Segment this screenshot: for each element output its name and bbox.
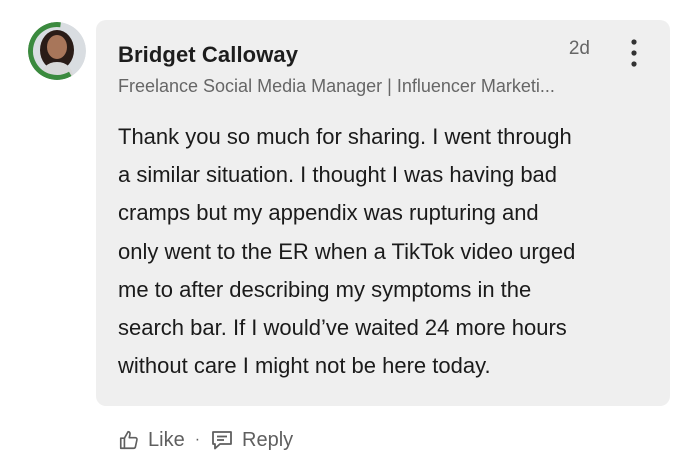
thumbs-up-icon (119, 430, 138, 450)
comment-line: search bar. If I would’ve waited 24 more… (118, 315, 567, 341)
author-headline: Freelance Social Media Manager | Influen… (118, 76, 555, 96)
reply-button[interactable]: Reply (210, 429, 293, 452)
comment-line: only went to the ER when a TikTok video … (118, 238, 576, 264)
comment-timestamp: 2d (568, 38, 590, 59)
speech-bubble-icon (212, 431, 232, 450)
comment-line: without care I might not be here today. (118, 353, 491, 379)
action-separator: · (194, 431, 201, 448)
comment-text: Thank you so much for sharing. I went th… (118, 118, 658, 385)
comment-actions: Like · Reply (118, 424, 293, 456)
comment-line: Thank you so much for sharing. I went th… (118, 124, 572, 149)
author-name[interactable]: Bridget Calloway (118, 42, 298, 68)
comment-line: cramps but my appendix was rupturing and (118, 200, 539, 226)
like-button[interactable]: Like (118, 429, 185, 452)
reply-label: Reply (242, 428, 294, 451)
like-label: Like (148, 428, 185, 451)
comment-bubble: Bridget Calloway Freelance Social Media … (96, 20, 670, 406)
comment-line: me to after describing my symptoms in th… (118, 276, 532, 302)
comment-line: a similar situation. I thought I was hav… (118, 162, 558, 188)
more-options-button[interactable] (622, 36, 646, 70)
avatar-photo (28, 22, 86, 80)
avatar[interactable] (28, 22, 86, 80)
vertical-ellipsis-icon (631, 39, 637, 67)
comment-thread-item: Bridget Calloway Freelance Social Media … (0, 0, 700, 462)
